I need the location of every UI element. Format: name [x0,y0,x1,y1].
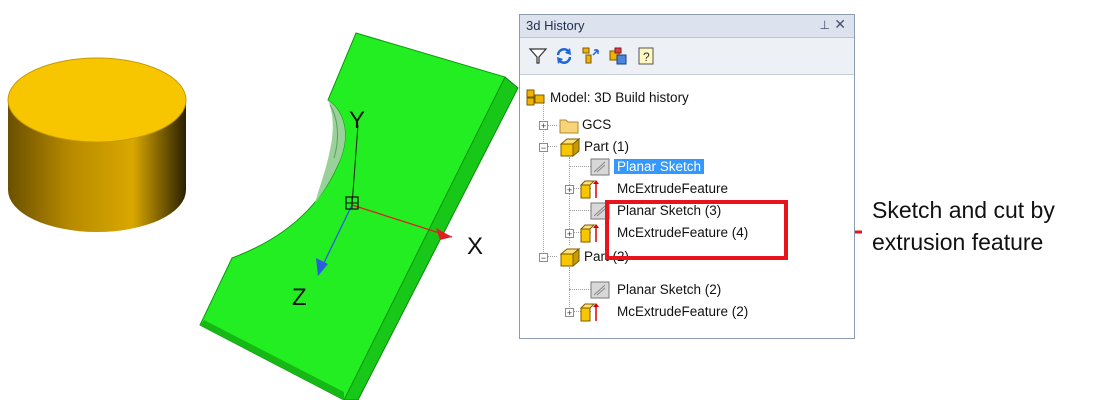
axis-label-y: Y [349,107,365,134]
part-icon [559,137,581,157]
tree-item-label: Planar Sketch (2) [617,282,722,297]
history-tree-icon[interactable] [581,46,601,66]
green-part-solid[interactable] [199,32,519,400]
part-icon [559,247,581,267]
panel-title: 3d History [526,18,585,33]
axis-label-x: X [467,233,483,260]
pin-icon[interactable]: ⊥ [820,18,830,32]
callout-line-1: Sketch and cut by [872,197,1055,223]
sketch-icon [590,281,610,299]
parts-icon[interactable] [608,46,628,66]
axis-label-z: Z [292,284,307,311]
collapse-minus-icon[interactable]: − [539,253,548,263]
expand-plus-icon[interactable]: + [565,185,574,195]
expand-plus-icon[interactable]: + [565,229,574,239]
sketch-icon [590,158,610,176]
tree-item-label: McExtrudeFeature [617,181,729,196]
history-panel: 3d History ⊥ ✕ ? Model: 3D Build history… [519,14,855,339]
help-icon[interactable]: ? [636,46,656,66]
expand-plus-icon[interactable]: + [565,308,574,318]
expand-plus-icon[interactable]: + [539,121,548,131]
extrude-icon [579,303,599,322]
close-icon[interactable]: ✕ [834,16,846,33]
folder-icon [559,119,579,134]
tree-item-label: Part (1) [584,139,630,154]
refresh-icon[interactable] [554,46,574,66]
tree-item-label: Planar Sketch [614,159,705,174]
cylinder-solid[interactable] [7,57,187,232]
model-icon [526,89,545,106]
tree-item-label: GCS [582,117,612,132]
callout-line-2: extrusion feature [872,229,1044,255]
highlight-box [605,200,788,260]
tree-item-label: McExtrudeFeature (2) [617,304,749,319]
tree-item-label: Model: 3D Build history [550,90,689,105]
collapse-minus-icon[interactable]: − [539,143,548,153]
extrude-icon [579,180,599,199]
extrude-icon [579,224,599,243]
panel-titlebar: 3d History ⊥ ✕ [520,15,854,38]
svg-text:?: ? [643,50,650,64]
filter-icon[interactable] [528,46,548,66]
panel-toolbar: ? [520,38,854,75]
